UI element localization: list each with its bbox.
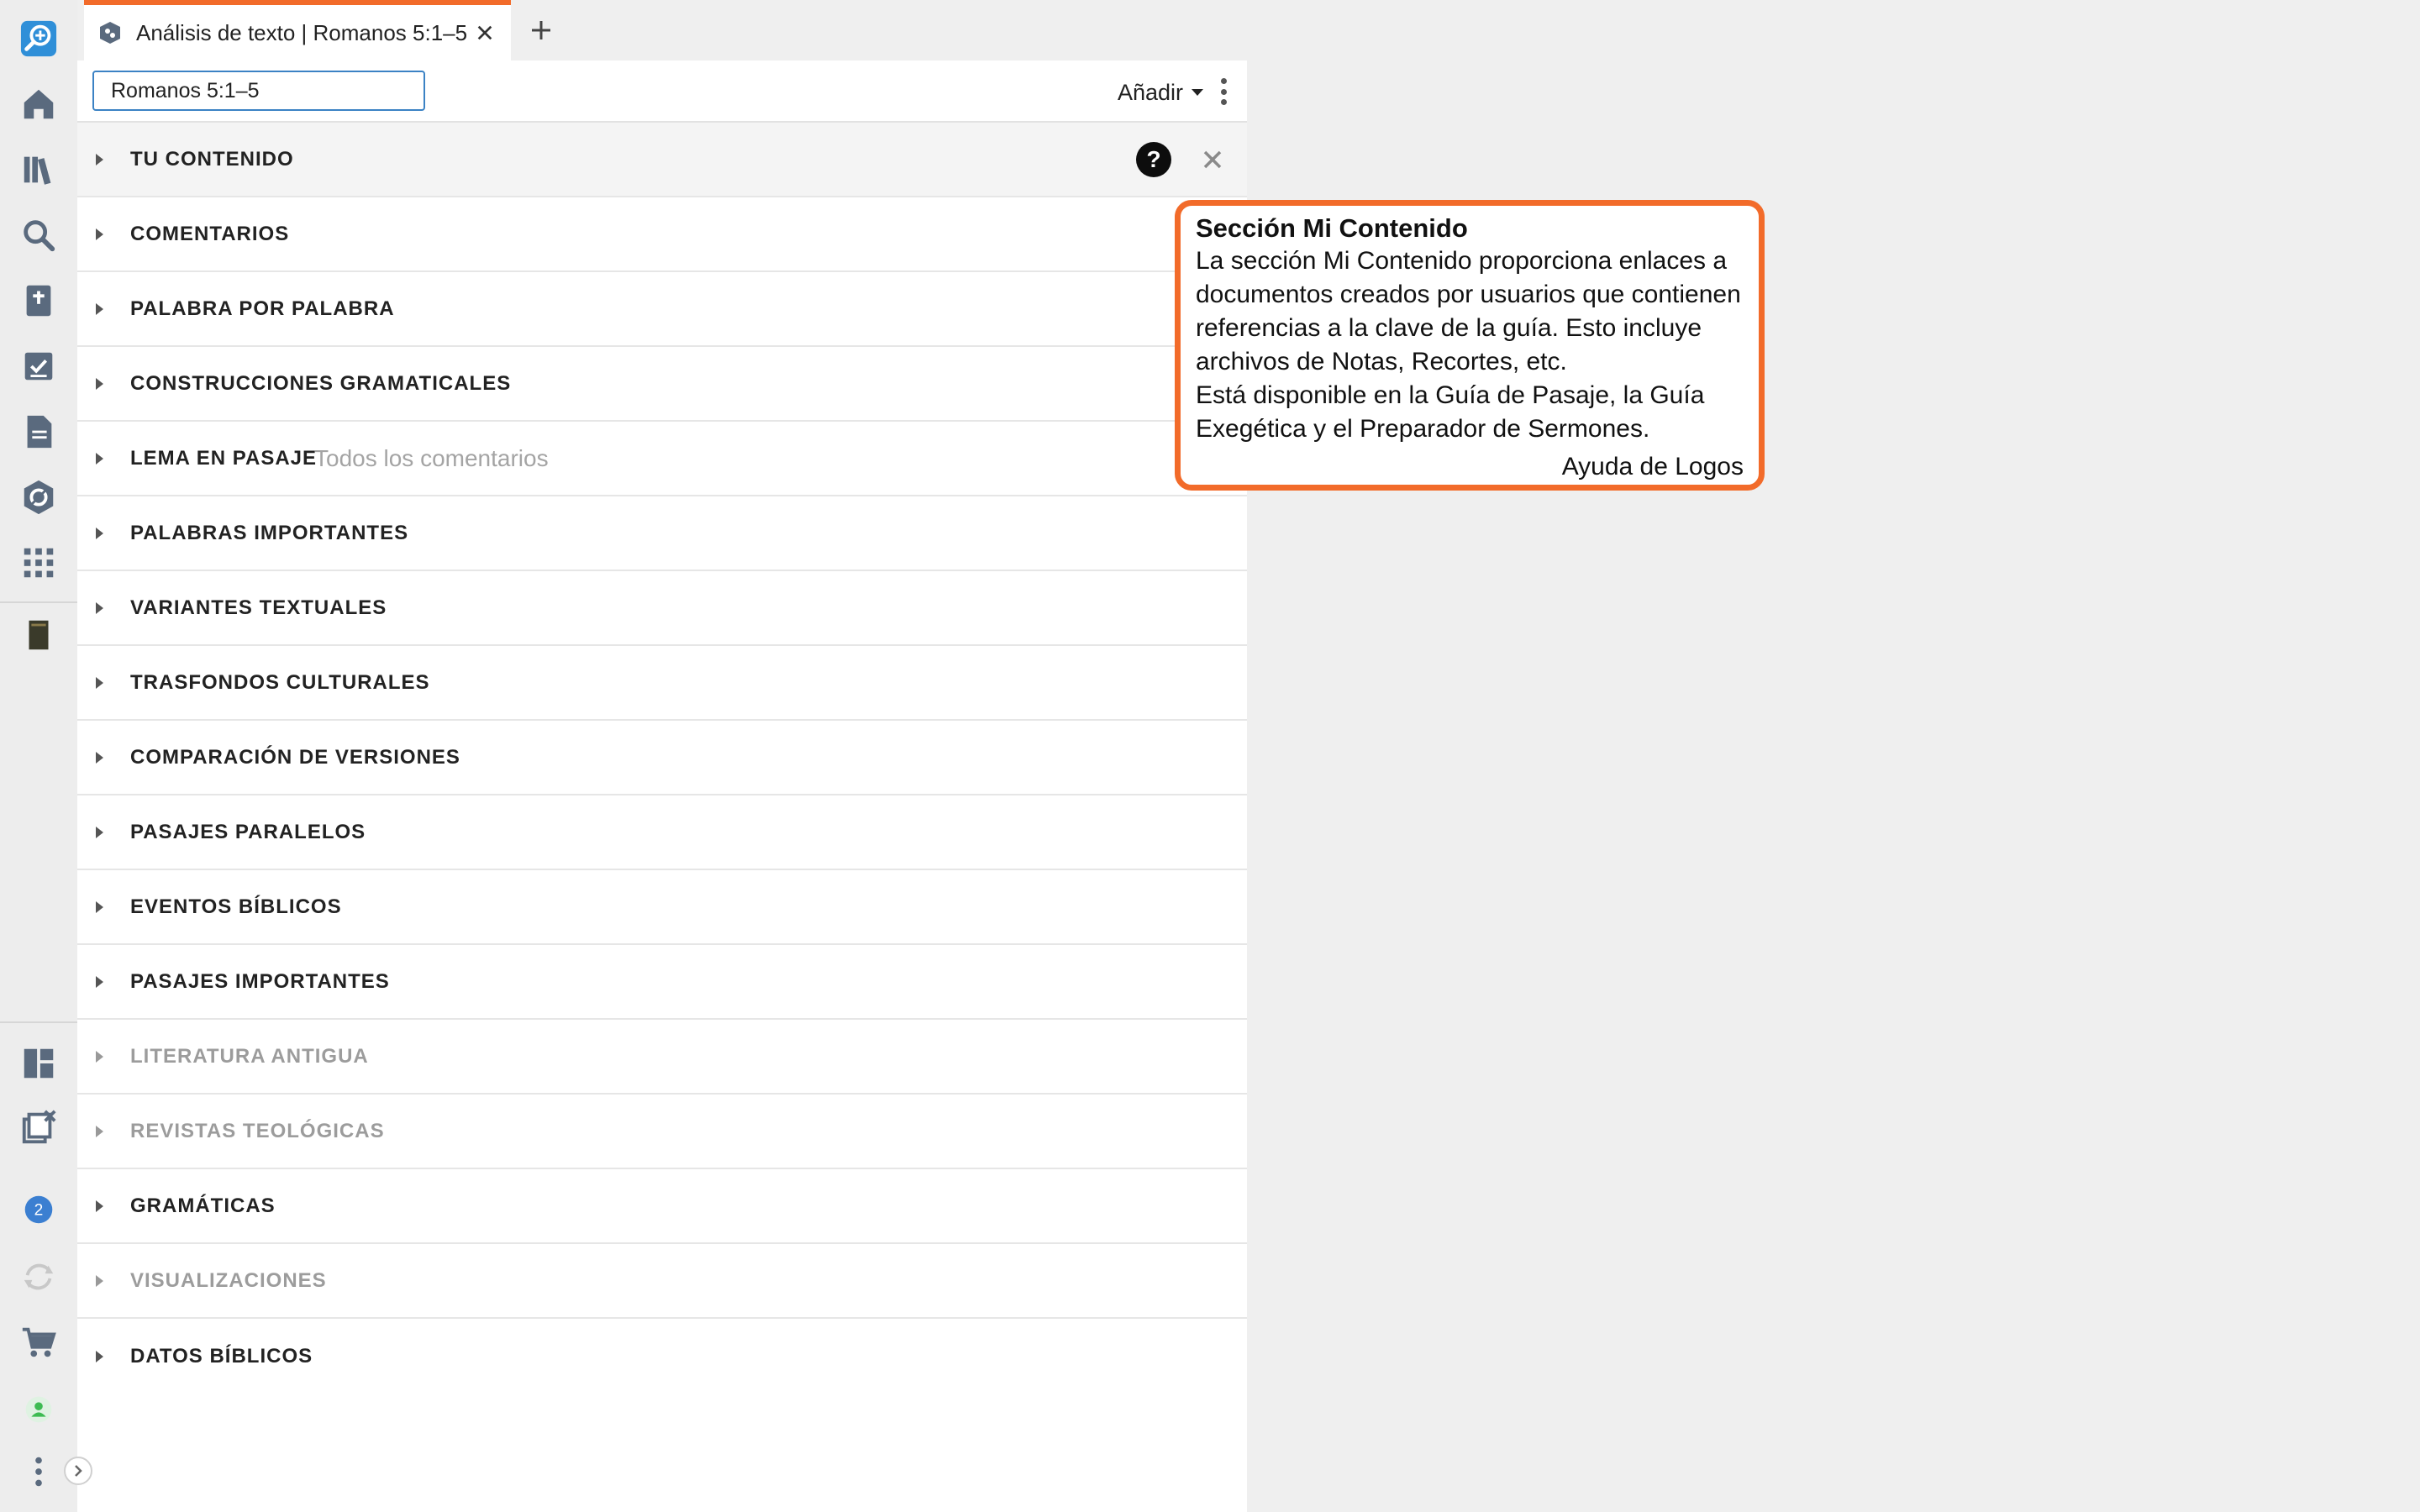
section-label: LITERATURA ANTIGUA — [130, 1044, 369, 1068]
section-row-palabras-importantes[interactable]: PALABRAS IMPORTANTES — [77, 496, 1247, 571]
tab-title: Análisis de texto | Romanos 5:1–5 — [136, 19, 468, 45]
section-row-eventos-biblicos[interactable]: EVENTOS BÍBLICOS — [77, 870, 1247, 945]
callout-body-availability: Está disponible en la Guía de Pasaje, la… — [1196, 381, 1705, 443]
help-callout: Sección Mi Contenido La sección Mi Conte… — [1175, 200, 1765, 491]
expand-arrow-icon[interactable] — [96, 123, 103, 196]
chevron-right-icon — [75, 1465, 82, 1477]
expand-arrow-icon[interactable] — [96, 571, 103, 644]
section-list: TU CONTENIDO ? COMENTARIOS PALABRA POR P… — [77, 123, 1247, 1394]
tab-text-analysis[interactable]: Análisis de texto | Romanos 5:1–5 — [84, 0, 511, 60]
section-label: REVISTAS TEOLÓGICAS — [130, 1119, 385, 1142]
section-row-revistas-teologicas[interactable]: REVISTAS TEOLÓGICAS — [77, 1095, 1247, 1169]
book-icon[interactable] — [15, 612, 62, 659]
checklist-icon[interactable] — [15, 343, 62, 390]
home-icon[interactable] — [15, 81, 62, 128]
section-label: COMENTARIOS — [130, 222, 290, 245]
sidebar-divider-bottom — [0, 1021, 77, 1023]
section-label: EVENTOS BÍBLICOS — [130, 895, 342, 918]
document-icon[interactable] — [15, 408, 62, 455]
section-label: PASAJES PARALELOS — [130, 820, 366, 843]
expand-arrow-icon[interactable] — [96, 870, 103, 943]
section-label: GRAMÁTICAS — [130, 1194, 276, 1217]
section-row-visualizaciones[interactable]: VISUALIZACIONES — [77, 1244, 1247, 1319]
section-row-comparacion-de-versiones[interactable]: COMPARACIÓN DE VERSIONES — [77, 721, 1247, 795]
section-row-variantes-textuales[interactable]: VARIANTES TEXTUALES — [77, 571, 1247, 646]
section-label: VISUALIZACIONES — [130, 1268, 327, 1292]
plus-icon[interactable] — [524, 13, 558, 47]
left-sidebar: 2 — [0, 0, 77, 1512]
section-row-trasfondos-culturales[interactable]: TRASFONDOS CULTURALES — [77, 646, 1247, 721]
bible-icon[interactable] — [15, 277, 62, 324]
expand-arrow-icon[interactable] — [96, 1095, 103, 1168]
section-row-literatura-antigua[interactable]: LITERATURA ANTIGUA — [77, 1020, 1247, 1095]
close-panels-icon[interactable] — [15, 1104, 62, 1151]
section-label: TRASFONDOS CULTURALES — [130, 670, 430, 694]
reference-input[interactable] — [92, 71, 425, 111]
callout-source: Ayuda de Logos — [1561, 453, 1744, 480]
section-row-pasajes-importantes[interactable]: PASAJES IMPORTANTES — [77, 945, 1247, 1020]
more-vertical-icon[interactable] — [1213, 74, 1234, 109]
callout-title: Sección Mi Contenido — [1196, 213, 1468, 243]
sidebar-divider — [0, 601, 77, 603]
search-icon[interactable] — [15, 212, 62, 259]
section-row-datos-biblicos[interactable]: DATOS BÍBLICOS — [77, 1319, 1247, 1394]
user-icon[interactable] — [15, 1386, 62, 1433]
notifications-icon[interactable]: 2 — [15, 1186, 62, 1233]
section-row-palabra-por-palabra[interactable]: PALABRA POR PALABRA — [77, 272, 1247, 347]
section-row-pasajes-paralelos[interactable]: PASAJES PARALELOS — [77, 795, 1247, 870]
add-button[interactable]: Añadir — [1118, 76, 1204, 109]
sync-icon[interactable] — [15, 1253, 62, 1300]
more-icon[interactable] — [15, 1448, 62, 1495]
expand-arrow-icon[interactable] — [96, 272, 103, 345]
expand-arrow-icon[interactable] — [96, 945, 103, 1018]
section-label: PALABRAS IMPORTANTES — [130, 521, 409, 544]
section-label: CONSTRUCCIONES GRAMATICALES — [130, 371, 512, 395]
section-label: DATOS BÍBLICOS — [130, 1344, 313, 1368]
caret-down-icon — [1192, 89, 1204, 96]
apps-icon[interactable] — [15, 539, 62, 586]
section-label: LEMA EN PASAJE — [130, 446, 318, 470]
logos-search-icon[interactable] — [15, 15, 62, 62]
expand-arrow-icon[interactable] — [96, 347, 103, 420]
expand-arrow-icon[interactable] — [96, 646, 103, 719]
guide-icon[interactable] — [15, 474, 62, 521]
section-label: TU CONTENIDO — [130, 147, 294, 171]
section-label: COMPARACIÓN DE VERSIONES — [130, 745, 460, 769]
guide-icon — [100, 22, 120, 44]
add-button-label: Añadir — [1118, 79, 1184, 105]
section-filter-link[interactable]: Todos los comentarios — [314, 445, 549, 472]
section-row-comentarios[interactable]: COMENTARIOS — [77, 197, 1247, 272]
expand-arrow-icon[interactable] — [96, 197, 103, 270]
section-label: PALABRA POR PALABRA — [130, 297, 395, 320]
notification-count: 2 — [34, 1202, 44, 1220]
expand-arrow-icon[interactable] — [96, 1244, 103, 1317]
expand-arrow-icon[interactable] — [96, 795, 103, 869]
section-row-lema-en-pasaje[interactable]: LEMA EN PASAJE Todos los comentarios — [77, 422, 1247, 496]
expand-arrow-icon[interactable] — [96, 1020, 103, 1093]
section-row-tu-contenido[interactable]: TU CONTENIDO ? — [77, 123, 1247, 197]
section-label: VARIANTES TEXTUALES — [130, 596, 387, 619]
expand-arrow-icon[interactable] — [96, 1169, 103, 1242]
expand-arrow-icon[interactable] — [96, 1319, 103, 1394]
help-button[interactable]: ? — [1136, 141, 1171, 177]
section-row-gramaticas[interactable]: GRAMÁTICAS — [77, 1169, 1247, 1244]
callout-body: La sección Mi Contenido proporciona enla… — [1196, 247, 1741, 375]
panel-toolbar: Añadir — [77, 60, 1247, 123]
expand-arrow-icon[interactable] — [96, 496, 103, 570]
section-label: PASAJES IMPORTANTES — [130, 969, 390, 993]
section-row-construcciones-gramaticales[interactable]: CONSTRUCCIONES GRAMATICALES — [77, 347, 1247, 422]
expand-sidebar-button[interactable] — [64, 1457, 92, 1485]
cart-icon[interactable] — [15, 1319, 62, 1366]
close-icon[interactable] — [471, 18, 499, 47]
close-icon[interactable] — [1200, 147, 1225, 172]
layouts-icon[interactable] — [15, 1040, 62, 1087]
expand-arrow-icon[interactable] — [96, 721, 103, 794]
expand-arrow-icon[interactable] — [96, 422, 103, 495]
text-analysis-panel: Añadir TU CONTENIDO ? COMENTARIOS PALABR… — [77, 60, 1247, 1512]
library-icon[interactable] — [15, 146, 62, 193]
